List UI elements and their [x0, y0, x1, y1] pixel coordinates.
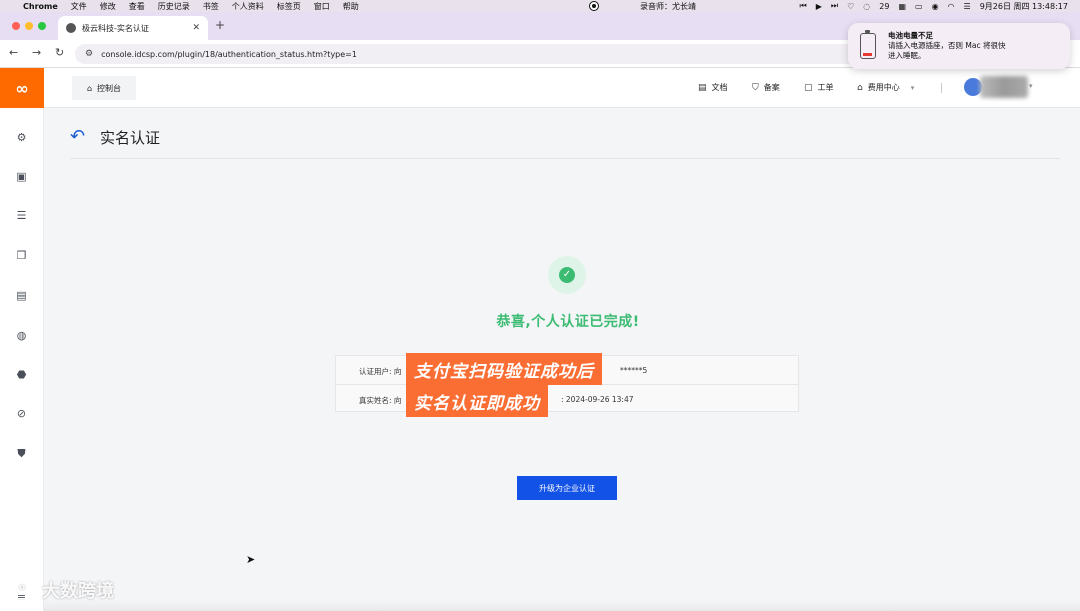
new-tab-icon[interactable]: +	[215, 18, 225, 32]
shield-icon: ⛉	[752, 82, 759, 93]
site-info-icon[interactable]: ⚙	[85, 49, 93, 59]
back-arrow-icon[interactable]: ←	[9, 46, 18, 59]
caption-overlay-line2: 实名认证即成功	[406, 385, 548, 417]
address-bar[interactable]: ⚙ console.idcsp.com/plugin/18/authentica…	[75, 44, 975, 64]
app-header: ∞ ⌂ 控制台 ▤ 文档 ⛉ 备案 ▢ 工单 ⌂ 费用中心 ▾ ▾	[0, 68, 1080, 108]
menu-edit[interactable]: 修改	[100, 1, 116, 12]
bottom-edge	[44, 600, 1080, 611]
nav-billing[interactable]: ⌂ 费用中心 ▾	[857, 82, 914, 93]
maximize-window-button[interactable]	[38, 22, 46, 30]
next-track-icon[interactable]: ⏭	[831, 1, 838, 11]
tab-title: 极云科技-实名认证	[82, 23, 149, 33]
success-icon: ✓	[548, 256, 586, 294]
block-icon[interactable]: ⊘	[15, 407, 28, 420]
back-icon[interactable]: ↶	[70, 126, 85, 147]
copy-icon[interactable]: ❐	[15, 249, 28, 262]
real-name-label: 真实姓名: 向	[359, 396, 402, 405]
notification-body-2: 进入睡眠。	[888, 51, 926, 60]
play-circle-icon[interactable]: ◉	[932, 2, 939, 11]
menu-view[interactable]: 查看	[129, 1, 145, 12]
title-divider	[70, 158, 1060, 159]
favicon-icon	[66, 23, 76, 33]
heart-icon[interactable]: ♡	[847, 2, 854, 11]
close-window-button[interactable]	[12, 22, 20, 30]
security-icon[interactable]: ⛊	[15, 447, 28, 460]
username-blurred[interactable]	[980, 76, 1028, 98]
nav-docs[interactable]: ▤ 文档	[698, 82, 728, 93]
tab-close-icon[interactable]: ✕	[192, 23, 200, 33]
menu-bookmarks[interactable]: 书签	[203, 1, 219, 12]
watermark-logo-icon: ᵒ	[8, 579, 36, 601]
cloud-server-icon[interactable]: ▣	[15, 170, 28, 183]
window-controls	[12, 22, 46, 30]
globe-icon[interactable]: ◍	[15, 329, 28, 342]
server-add-icon[interactable]: ▤	[15, 289, 28, 302]
document-icon: ▤	[698, 82, 707, 93]
menu-help[interactable]: 帮助	[343, 1, 359, 12]
notification-title: 电池电量不足	[888, 31, 933, 40]
menubar-recorder-text: 录音师：尤长靖	[640, 1, 696, 11]
nav-billing-label: 费用中心	[867, 83, 900, 92]
nav-filing-label: 备案	[763, 83, 780, 92]
menubar-app-name[interactable]: Chrome	[23, 2, 58, 11]
wifi-icon[interactable]: ◠	[948, 2, 955, 11]
ssl-icon[interactable]: ⬣	[15, 368, 28, 381]
auth-user-masked: ******5	[620, 366, 648, 375]
forward-arrow-icon[interactable]: →	[32, 46, 41, 59]
reload-icon[interactable]: ↻	[55, 46, 64, 59]
ticket-icon: ▢	[804, 82, 813, 93]
battery-icon[interactable]: ▭	[915, 2, 923, 11]
previous-track-icon[interactable]: ⏮	[800, 1, 807, 11]
home-icon: ⌂	[86, 83, 93, 93]
nav-ticket[interactable]: ▢ 工单	[804, 82, 834, 93]
watermark: ᵒ 大数跨境	[8, 577, 114, 603]
check-icon: ✓	[559, 267, 575, 283]
record-icon[interactable]	[589, 1, 599, 11]
header-divider	[941, 83, 942, 93]
browser-tab-active[interactable]: 极云科技-实名认证 ✕	[58, 16, 208, 40]
macos-menubar: Chrome 文件 修改 查看 历史记录 书签 个人资料 标签页 窗口 帮助 录…	[0, 0, 1080, 12]
low-battery-icon	[860, 30, 876, 59]
chevron-down-icon: ▾	[910, 83, 915, 92]
upgrade-enterprise-button[interactable]: 升级为企业认证	[517, 476, 617, 500]
mouse-cursor-icon: ➤	[246, 553, 256, 566]
control-center-icon[interactable]: ☰	[964, 2, 971, 11]
settings-icon[interactable]: ⚙	[15, 131, 28, 144]
url-text[interactable]: console.idcsp.com/plugin/18/authenticati…	[101, 50, 357, 59]
menu-file[interactable]: 文件	[71, 1, 87, 12]
console-label: 控制台	[97, 83, 122, 93]
menu-profile[interactable]: 个人资料	[232, 1, 264, 12]
sidebar: ⚙ ▣ ☰ ❐ ▤ ◍ ⬣ ⊘ ⛊ ≡	[0, 108, 44, 611]
brand-logo-icon[interactable]: ∞	[0, 68, 44, 108]
auth-time-value: : 2024-09-26 13:47	[561, 395, 634, 404]
watermark-text: 大数跨境	[42, 581, 114, 602]
wechat-icon[interactable]: ◌	[863, 2, 870, 11]
menu-history[interactable]: 历史记录	[158, 1, 190, 12]
caption-overlay-line1: 支付宝扫码验证成功后	[406, 353, 602, 385]
notif-count[interactable]: 29	[879, 2, 889, 11]
success-message: 恭喜,个人认证已完成!	[496, 314, 640, 330]
battery-notification[interactable]: 电池电量不足 请插入电源插座，否则 Mac 将很快 进入睡眠。	[848, 23, 1070, 69]
nav-ticket-label: 工单	[817, 83, 834, 92]
nav-filing[interactable]: ⛉ 备案	[752, 82, 780, 93]
page-title: 实名认证	[100, 129, 161, 147]
storage-icon[interactable]: ☰	[15, 209, 28, 222]
menubar-datetime[interactable]: 9月26日 周四 13:48:17	[980, 1, 1068, 12]
user-chevron-icon[interactable]: ▾	[1029, 82, 1033, 90]
minimize-window-button[interactable]	[25, 22, 33, 30]
play-icon[interactable]: ▶	[816, 2, 822, 11]
grid-icon[interactable]: ▦	[898, 2, 906, 11]
auth-user-label: 认证用户: 向	[359, 367, 402, 376]
console-button[interactable]: ⌂ 控制台	[72, 76, 136, 100]
nav-docs-label: 文档	[711, 83, 728, 92]
billing-icon: ⌂	[857, 82, 863, 93]
menu-tabs[interactable]: 标签页	[277, 1, 301, 12]
notification-body-1: 请插入电源插座，否则 Mac 将很快	[888, 41, 1006, 50]
menu-window[interactable]: 窗口	[314, 1, 330, 12]
